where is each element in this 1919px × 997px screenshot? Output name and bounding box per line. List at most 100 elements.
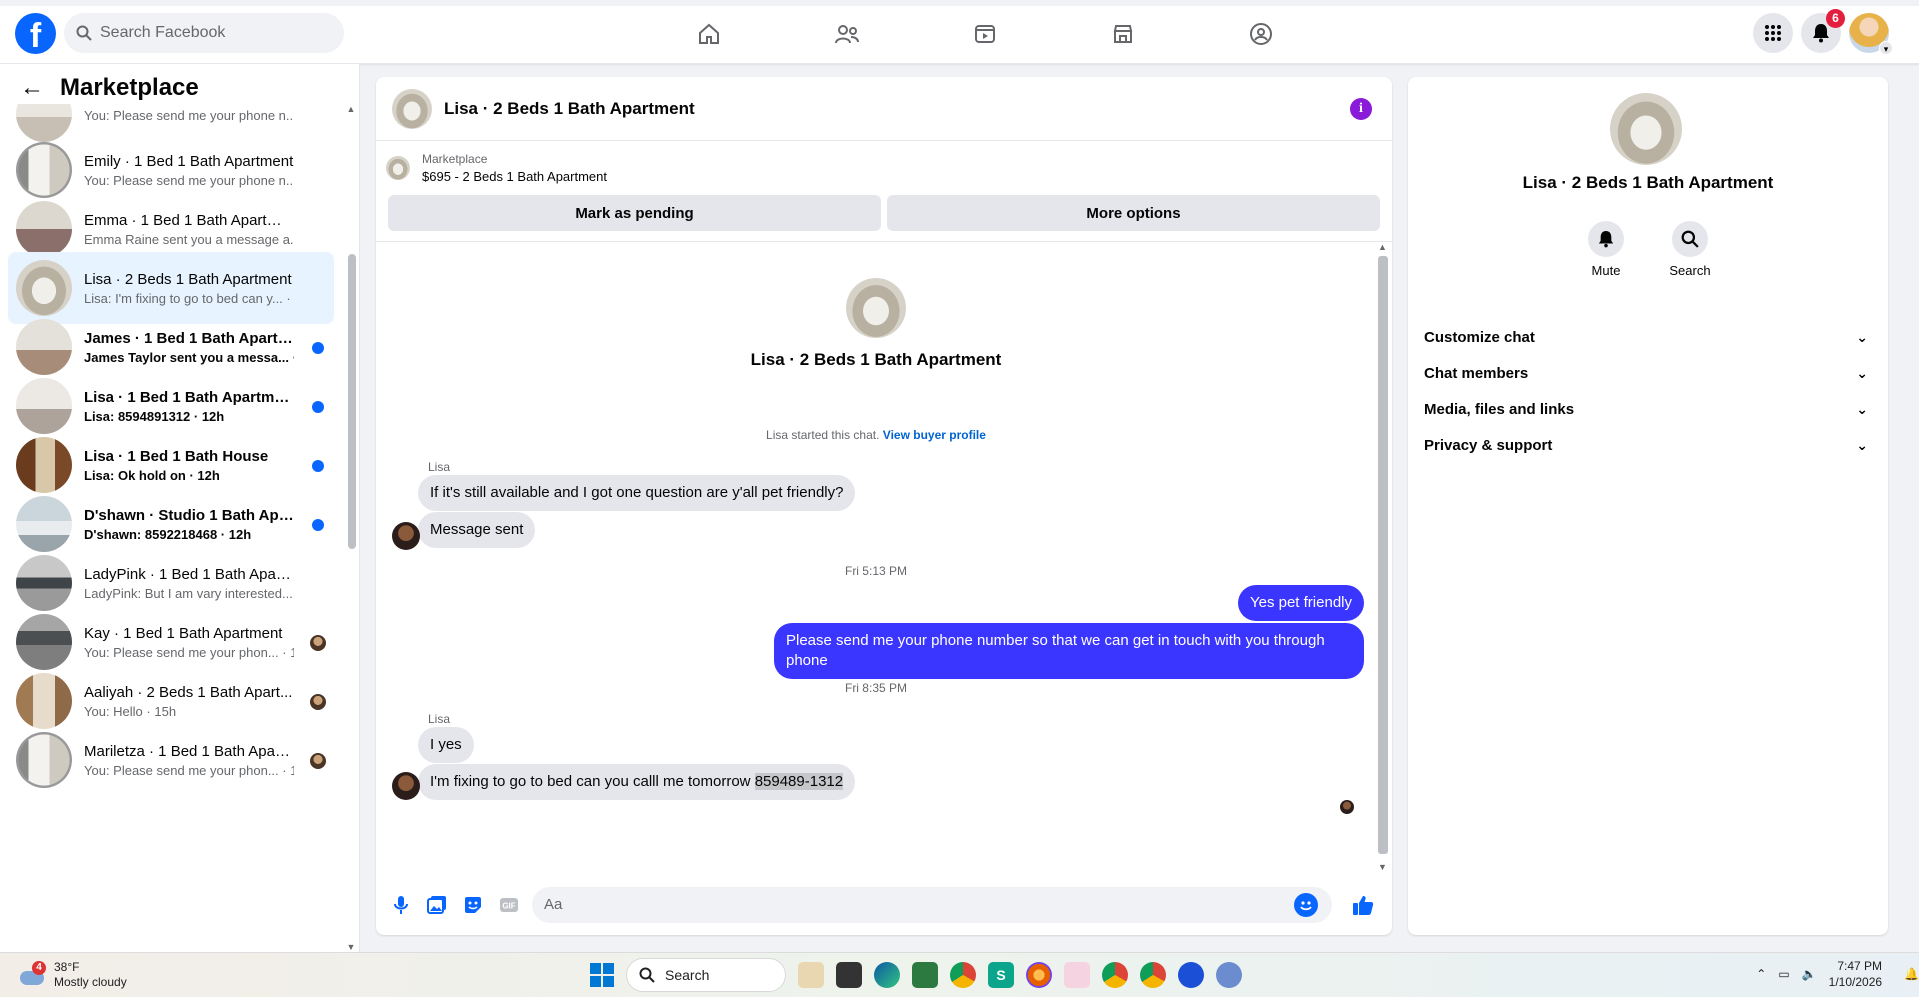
search-facebook-input[interactable]: Search Facebook bbox=[64, 13, 344, 53]
intro-name: Lisa · 2 Beds 1 Bath Apartment bbox=[750, 350, 1002, 369]
chrome-profile-icon[interactable] bbox=[1102, 962, 1128, 988]
conversation-preview: You: Please send me your phone n... · 2m bbox=[84, 108, 294, 123]
taskbar-search[interactable]: Search bbox=[626, 958, 786, 992]
clock[interactable]: 7:47 PM 1/10/2026 bbox=[1829, 958, 1882, 990]
chevron-down-icon[interactable]: ▾ bbox=[1879, 41, 1893, 55]
incoming-message[interactable]: I yes bbox=[418, 727, 474, 763]
main-nav bbox=[640, 12, 1330, 56]
svg-text:GIF: GIF bbox=[502, 902, 515, 911]
privacy-support-section[interactable]: Privacy & support ⌄ bbox=[1424, 423, 1872, 467]
video-icon[interactable] bbox=[916, 12, 1054, 56]
more-options-button[interactable]: More options bbox=[887, 195, 1380, 231]
snipping-tool-icon[interactable] bbox=[1064, 962, 1090, 988]
chat-avatar[interactable] bbox=[392, 88, 432, 129]
chevron-up-icon[interactable]: ⌃ bbox=[1756, 967, 1766, 981]
photo-icon[interactable] bbox=[426, 894, 448, 916]
preview-time: 15h bbox=[290, 644, 294, 660]
network-icon[interactable]: ▭ bbox=[1778, 967, 1789, 981]
clock-time: 7:47 PM bbox=[1837, 959, 1883, 973]
groups-icon[interactable] bbox=[1192, 12, 1330, 56]
home-icon[interactable] bbox=[640, 12, 778, 56]
incoming-message[interactable]: I'm fixing to go to bed can you calll me… bbox=[418, 764, 856, 800]
mark-as-pending-button[interactable]: Mark as pending bbox=[388, 195, 881, 231]
app-icon[interactable]: S bbox=[988, 962, 1014, 988]
marketplace-icon[interactable] bbox=[1054, 12, 1192, 56]
incoming-message[interactable]: If it's still available and I got one qu… bbox=[418, 475, 856, 511]
outgoing-message[interactable]: Please send me your phone number so that… bbox=[774, 623, 1364, 679]
back-arrow-icon[interactable]: ← bbox=[20, 74, 44, 102]
shield-app-icon[interactable] bbox=[1178, 962, 1204, 988]
mute-button[interactable]: Mute bbox=[1582, 221, 1630, 278]
chat-window: Lisa · 2 Beds 1 Bath Apartment i Marketp… bbox=[376, 77, 1392, 935]
search-chat-button[interactable]: Search bbox=[1666, 221, 1714, 278]
notifications-bell-icon[interactable]: 6 bbox=[1801, 9, 1845, 53]
gif-icon[interactable]: GIF bbox=[498, 894, 520, 916]
outgoing-message[interactable]: Yes pet friendly bbox=[1237, 585, 1364, 621]
spreadsheet-app-icon[interactable] bbox=[912, 962, 938, 988]
details-actions: Mute Search bbox=[1582, 221, 1714, 278]
listing-thumbnail bbox=[16, 142, 72, 198]
separator: · bbox=[282, 290, 294, 306]
chevron-down-icon: ⌄ bbox=[1856, 328, 1868, 345]
profile-avatar[interactable]: ▾ bbox=[1849, 13, 1893, 55]
firefox-browser-icon[interactable] bbox=[1026, 962, 1052, 988]
details-name: Lisa · 2 Beds 1 Bath Apartment bbox=[1522, 173, 1774, 192]
scroll-down-icon[interactable]: ▼ bbox=[1378, 862, 1387, 872]
preview-time: 12h bbox=[228, 526, 252, 542]
scroll-down-icon[interactable]: ▼ bbox=[346, 942, 356, 952]
weather-widget[interactable]: 4 38°F Mostly cloudy bbox=[18, 960, 127, 990]
chrome-browser-icon[interactable] bbox=[950, 962, 976, 988]
chrome-profile-icon[interactable] bbox=[1140, 962, 1166, 988]
preview-time: 15h bbox=[290, 762, 294, 778]
preview-text: James Taylor sent you a messa... bbox=[84, 349, 289, 365]
listing-thumbnail bbox=[16, 260, 72, 316]
view-buyer-profile-link[interactable]: View buyer profile bbox=[883, 428, 986, 442]
menu-grid-icon[interactable] bbox=[1753, 13, 1793, 53]
friends-icon[interactable] bbox=[778, 12, 916, 56]
section-label: Chat members bbox=[1424, 364, 1529, 382]
listing-thumbnail bbox=[386, 156, 410, 180]
notification-icon[interactable]: 🔔 bbox=[1904, 967, 1919, 981]
conversation-title: Lisa · 1 Bed 1 Bath Apartment bbox=[84, 388, 294, 406]
chat-scrollbar[interactable]: ▲ ▼ bbox=[1376, 242, 1388, 872]
sidebar-scrollbar[interactable]: ▲ ▼ bbox=[346, 104, 356, 952]
scrollbar-thumb[interactable] bbox=[1378, 256, 1388, 854]
search-icon bbox=[1672, 221, 1708, 257]
facebook-logo-icon[interactable]: f bbox=[15, 13, 56, 54]
sticker-icon[interactable] bbox=[462, 894, 484, 916]
volume-icon[interactable]: 🔈 bbox=[1802, 967, 1817, 981]
conversation-title: LadyPink · 1 Bed 1 Bath Apartme... bbox=[84, 565, 294, 583]
conversation-preview: Lisa: I'm fixing to go to bed can y... ·… bbox=[84, 291, 294, 306]
conversation-preview: LadyPink: But I am vary interested... · … bbox=[84, 586, 294, 601]
windows-start-icon[interactable] bbox=[590, 963, 614, 987]
message-composer: GIF Aa bbox=[376, 875, 1392, 935]
message-input-placeholder: Aa bbox=[544, 896, 563, 913]
app-icon[interactable] bbox=[1216, 962, 1242, 988]
marketplace-sidebar: ← Marketplace You: Please send me your p… bbox=[0, 64, 360, 952]
scroll-up-icon[interactable]: ▲ bbox=[1378, 242, 1387, 252]
conversation-list: You: Please send me your phone n... · 2m… bbox=[0, 104, 344, 952]
task-view-icon[interactable] bbox=[836, 962, 862, 988]
widgets-app-icon[interactable] bbox=[798, 962, 824, 988]
listing-summary[interactable]: Marketplace $695 - 2 Beds 1 Bath Apartme… bbox=[376, 141, 1392, 195]
conversation-preview: You: Hello · 15h bbox=[84, 704, 294, 719]
scroll-up-icon[interactable]: ▲ bbox=[346, 104, 356, 114]
weather-alert-badge: 4 bbox=[32, 961, 46, 975]
conversation-item[interactable]: Mariletza · 1 Bed 1 Bath Apart... You: Pl… bbox=[8, 724, 334, 796]
seen-avatar bbox=[310, 635, 326, 651]
chat-title[interactable]: Lisa · 2 Beds 1 Bath Apartment bbox=[444, 99, 695, 119]
message-input[interactable]: Aa bbox=[532, 887, 1332, 923]
microphone-icon[interactable] bbox=[390, 894, 412, 916]
incoming-message[interactable]: Message sent bbox=[418, 512, 536, 548]
highlighted-phone-number[interactable]: 859489-1312 bbox=[754, 773, 844, 790]
sender-avatar[interactable] bbox=[392, 772, 420, 800]
scrollbar-thumb[interactable] bbox=[348, 254, 356, 549]
listing-thumbnail bbox=[16, 437, 72, 493]
emoji-icon[interactable] bbox=[1294, 893, 1318, 917]
thumbs-up-icon[interactable] bbox=[1352, 894, 1374, 921]
info-icon[interactable]: i bbox=[1350, 98, 1372, 120]
sender-avatar[interactable] bbox=[392, 522, 420, 550]
section-label: Privacy & support bbox=[1424, 436, 1553, 454]
chat-details-panel: Lisa · 2 Beds 1 Bath Apartment Mute Sear… bbox=[1408, 77, 1888, 935]
edge-browser-icon[interactable] bbox=[874, 962, 900, 988]
